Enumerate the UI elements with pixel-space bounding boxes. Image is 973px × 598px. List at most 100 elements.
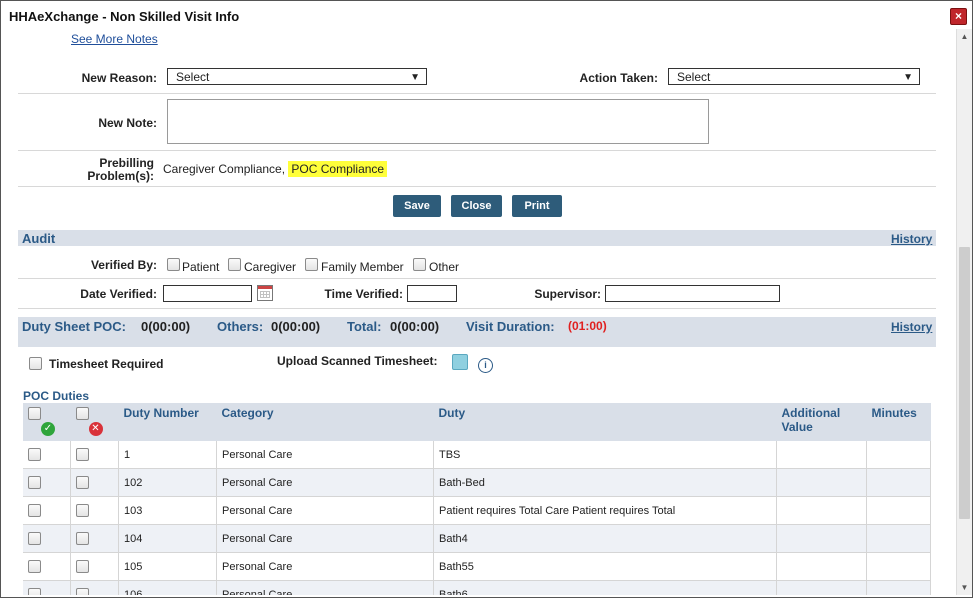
duty-number-cell: 102 — [118, 468, 217, 497]
column-header-category: Category — [216, 403, 434, 441]
audit-history-link[interactable]: History — [891, 232, 932, 246]
visit-info-content: See More Notes New Reason: Select ▼ Acti… — [18, 29, 936, 595]
select-all-approve-checkbox[interactable] — [28, 407, 41, 421]
divider — [18, 308, 936, 309]
supervisor-input[interactable] — [605, 285, 780, 302]
scroll-down-arrow-icon[interactable]: ▼ — [957, 580, 972, 595]
print-button[interactable]: Print — [512, 195, 562, 217]
minutes-cell[interactable] — [866, 468, 931, 497]
approve-checkbox[interactable] — [28, 560, 41, 573]
approve-cell — [23, 496, 71, 525]
minutes-cell[interactable] — [866, 580, 931, 595]
additional-value-cell[interactable] — [776, 580, 867, 595]
dropdown-arrow-icon: ▼ — [410, 72, 420, 83]
verified-by-label: Verified By: — [90, 258, 157, 272]
new-reason-value: Select — [176, 70, 210, 84]
calendar-icon[interactable] — [257, 285, 273, 301]
table-row: 106 Personal Care Bath6 — [23, 580, 931, 595]
table-header-row: ✓ ✕ Duty Number Category Duty Additional… — [23, 403, 931, 441]
close-button[interactable]: Close — [451, 195, 502, 217]
upload-icon[interactable] — [452, 354, 468, 370]
approve-cell — [23, 524, 71, 553]
minutes-cell[interactable] — [866, 552, 931, 581]
duty-number-cell: 106 — [118, 580, 217, 595]
reject-cell — [70, 441, 119, 469]
prebilling-label-line-2: Problem(s): — [87, 169, 154, 183]
additional-value-cell[interactable] — [776, 552, 867, 581]
scroll-up-arrow-icon[interactable]: ▲ — [957, 29, 972, 44]
approve-checkbox[interactable] — [28, 504, 41, 517]
others-label: Others: — [217, 319, 264, 334]
duty-cell: Bath-Bed — [433, 468, 777, 497]
save-button[interactable]: Save — [393, 195, 441, 217]
info-icon[interactable]: i — [478, 358, 493, 373]
see-more-notes-link[interactable]: See More Notes — [71, 32, 158, 46]
visit-duration-value: (01:00) — [568, 319, 607, 333]
action-taken-label: Action Taken: — [579, 71, 658, 85]
verified-patient-label: Patient — [182, 260, 220, 274]
additional-value-cell[interactable] — [776, 468, 867, 497]
minutes-cell[interactable] — [866, 524, 931, 553]
verified-family-member-label: Family Member — [321, 260, 404, 274]
prebilling-problems: Caregiver Compliance, POC Compliance — [163, 161, 388, 177]
new-note-label: New Note: — [98, 116, 157, 130]
total-value: 0(00:00) — [390, 319, 440, 334]
close-window-button[interactable]: × — [950, 8, 967, 25]
additional-value-cell[interactable] — [776, 496, 867, 525]
new-reason-select[interactable]: Select ▼ — [167, 68, 427, 85]
table-row: 105 Personal Care Bath55 — [23, 552, 931, 581]
duty-cell: Patient requires Total Care Patient requ… — [433, 496, 777, 525]
approve-checkbox[interactable] — [28, 588, 41, 595]
action-taken-select[interactable]: Select ▼ — [668, 68, 920, 85]
additional-value-cell[interactable] — [776, 524, 867, 553]
approve-checkbox[interactable] — [28, 448, 41, 461]
column-header-additional-value: Additional Value — [776, 403, 867, 441]
reject-checkbox[interactable] — [76, 448, 89, 461]
verified-family-member-checkbox[interactable] — [305, 258, 318, 271]
duty-cell: Bath55 — [433, 552, 777, 581]
divider — [18, 186, 936, 187]
check-icon: ✓ — [41, 422, 55, 437]
audit-title: Audit — [22, 231, 56, 246]
verified-other-checkbox[interactable] — [413, 258, 426, 271]
total-label: Total: — [347, 319, 382, 334]
timesheet-required-label: Timesheet Required — [49, 357, 164, 371]
scroll-thumb[interactable] — [959, 247, 970, 519]
time-verified-input[interactable] — [407, 285, 457, 302]
window-title: HHAeXchange - Non Skilled Visit Info — [9, 9, 240, 24]
minutes-cell[interactable] — [866, 441, 931, 469]
verified-caregiver-checkbox[interactable] — [228, 258, 241, 271]
reject-checkbox[interactable] — [76, 532, 89, 545]
reject-checkbox[interactable] — [76, 476, 89, 489]
prebilling-problem-poc: POC Compliance — [288, 161, 388, 177]
duty-sheet-history-link[interactable]: History — [891, 320, 932, 334]
approve-checkbox[interactable] — [28, 476, 41, 489]
category-cell: Personal Care — [216, 580, 434, 595]
verified-caregiver-label: Caregiver — [244, 260, 297, 274]
visit-info-window: HHAeXchange - Non Skilled Visit Info × ▲… — [0, 0, 973, 598]
table-row: 104 Personal Care Bath4 — [23, 524, 931, 553]
date-verified-input[interactable] — [163, 285, 252, 302]
minutes-cell[interactable] — [866, 496, 931, 525]
category-cell: Personal Care — [216, 524, 434, 553]
verified-patient-checkbox[interactable] — [167, 258, 180, 271]
reject-checkbox[interactable] — [76, 588, 89, 595]
dropdown-arrow-icon: ▼ — [903, 72, 913, 83]
vertical-scrollbar[interactable]: ▲ ▼ — [956, 29, 972, 595]
reject-checkbox[interactable] — [76, 504, 89, 517]
select-all-approve-header: ✓ — [23, 403, 71, 441]
supervisor-label: Supervisor: — [534, 287, 601, 301]
duty-number-cell: 104 — [118, 524, 217, 553]
reject-checkbox[interactable] — [76, 560, 89, 573]
table-row: 1 Personal Care TBS — [23, 441, 931, 469]
action-taken-value: Select — [677, 70, 711, 84]
table-row: 102 Personal Care Bath-Bed — [23, 468, 931, 497]
time-verified-label: Time Verified: — [324, 287, 403, 301]
table-row: 103 Personal Care Patient requires Total… — [23, 496, 931, 525]
new-note-textarea[interactable] — [167, 99, 709, 144]
additional-value-cell[interactable] — [776, 441, 867, 469]
timesheet-required-checkbox[interactable] — [29, 357, 42, 370]
select-all-reject-checkbox[interactable] — [75, 407, 89, 421]
approve-checkbox[interactable] — [28, 532, 41, 545]
title-bar: HHAeXchange - Non Skilled Visit Info × — [1, 1, 972, 29]
